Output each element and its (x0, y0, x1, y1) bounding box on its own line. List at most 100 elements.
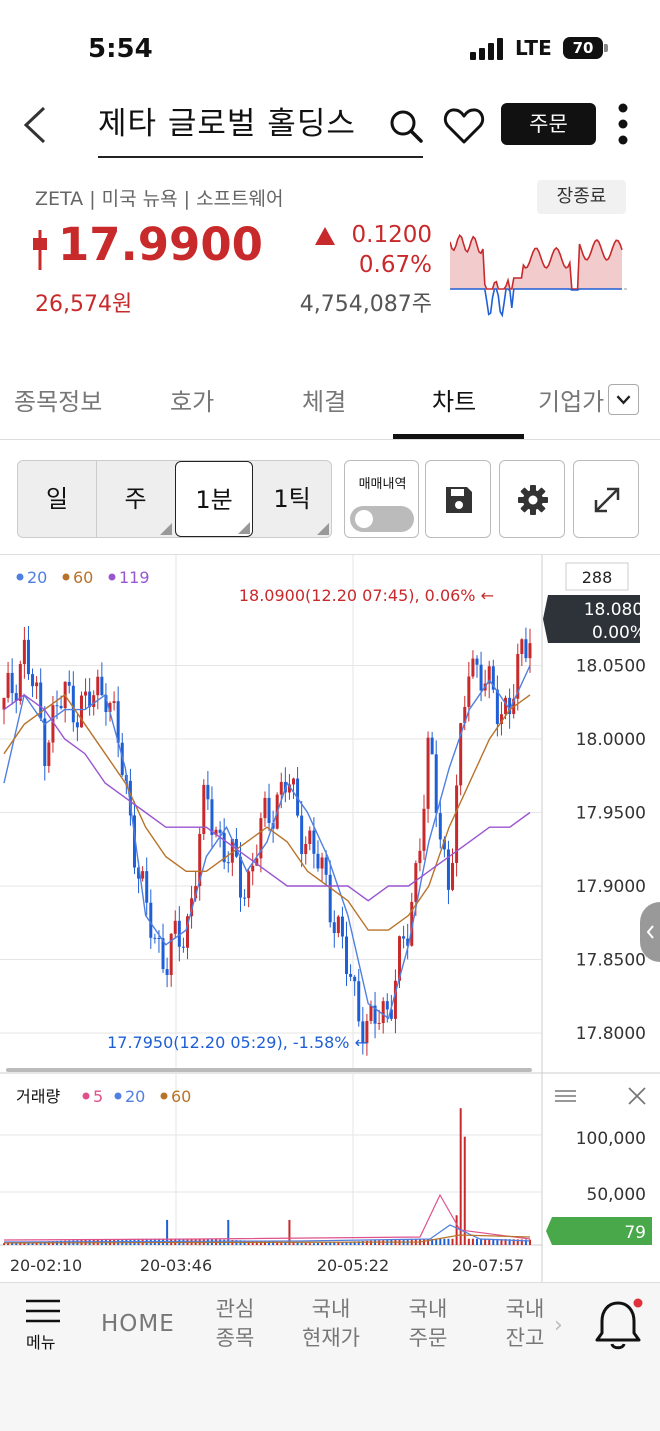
tab-order-book[interactable]: 호가 (170, 382, 214, 417)
nav-domestic-order[interactable]: 국내 주문 (404, 1295, 452, 1353)
trading-volume: 4,754,087주 (299, 292, 432, 317)
legend-vol20: 20 (125, 1087, 145, 1106)
save-button[interactable] (425, 460, 491, 538)
low-annotation: 17.7950(12.20 05:29), -1.58% ← (107, 1033, 368, 1052)
back-icon[interactable] (18, 104, 58, 146)
candle-body (251, 865, 255, 872)
tab-chart[interactable]: 차트 (432, 382, 476, 417)
volume-legend: 5 20 60 (82, 1087, 191, 1106)
period-day-label: 일 (45, 485, 69, 513)
candle-body (312, 830, 316, 854)
nav-line: 관심 (215, 1297, 255, 1321)
chevron-left-icon (646, 925, 654, 939)
chevron-right-icon[interactable]: › (554, 1313, 563, 1338)
current-price-tag: 18.0800 0.00% (543, 595, 654, 643)
legend-dot (108, 573, 116, 581)
period-week[interactable]: 주 (96, 461, 174, 537)
candle-body (100, 676, 104, 696)
chart-panel[interactable]: 20 60 119 288 18.0800 0.00% 18.0500 18.0… (0, 554, 660, 1283)
candle-body (438, 813, 442, 840)
candle-body (47, 742, 51, 766)
candle-body (153, 937, 157, 939)
bell-icon[interactable] (592, 1297, 644, 1353)
period-day[interactable]: 일 (18, 461, 96, 537)
candle-body (324, 857, 328, 875)
candle-body (308, 830, 312, 845)
side-drawer-handle[interactable] (640, 902, 660, 962)
current-pct-label: 0.00% (592, 623, 646, 643)
chart-scrollbar[interactable] (6, 1068, 532, 1072)
nav-domestic-balance[interactable]: 국내 잔고 (501, 1295, 549, 1353)
tab-company[interactable]: 기업가 (538, 382, 604, 417)
bottom-nav: 메뉴 HOME 관심 종목 국내 현재가 국내 주문 국내 잔고 › (0, 1282, 660, 1431)
price-chart[interactable]: 20 60 119 288 18.0800 0.00% 18.0500 18.0… (0, 555, 660, 1283)
volume-bar (471, 1238, 474, 1245)
volume-bar (296, 1242, 299, 1245)
corner-mark (317, 523, 329, 535)
candle-body (210, 799, 214, 836)
candle-body (414, 863, 418, 902)
period-1min-label: 1분 (195, 486, 233, 514)
candle-body (206, 784, 210, 800)
menu-label[interactable]: 메뉴 (26, 1329, 55, 1353)
candle-body (79, 695, 83, 728)
candle-body (92, 695, 96, 708)
legend-dot (114, 1092, 122, 1100)
menu-icon[interactable] (26, 1299, 60, 1323)
tab-stock-info[interactable]: 종목정보 (14, 382, 102, 417)
more-icon[interactable] (613, 102, 633, 146)
market-status-badge: 장종료 (537, 180, 626, 214)
volume-bar (459, 1108, 462, 1245)
heart-icon[interactable] (443, 107, 485, 145)
nav-watchlist[interactable]: 관심 종목 (211, 1295, 259, 1353)
candle-body (479, 664, 483, 691)
volume-menu-icon[interactable] (555, 1090, 576, 1102)
candle-body (165, 969, 169, 976)
candle-body (430, 737, 434, 755)
nav-domestic-price[interactable]: 국내 현재가 (297, 1295, 365, 1353)
volume-tick: 50,000 (587, 1185, 646, 1205)
time-tick: 20-02:10 (10, 1256, 82, 1275)
candle-body (377, 1022, 381, 1024)
chevron-down-icon[interactable] (608, 384, 639, 415)
candle-body (495, 689, 499, 724)
intraday-sparkline[interactable] (450, 228, 630, 328)
order-button[interactable]: 주문 (501, 103, 596, 145)
fullscreen-button[interactable] (573, 460, 639, 538)
period-1tick[interactable]: 1틱 (253, 461, 331, 537)
candle-body (451, 863, 455, 890)
candle-body (369, 1005, 373, 1021)
candle-body (381, 1001, 385, 1023)
price-tick: 17.8000 (576, 1024, 646, 1044)
period-1min[interactable]: 1분 (175, 461, 253, 537)
volume-bar (455, 1215, 458, 1245)
volume-bar (312, 1243, 315, 1245)
legend-dot (160, 1092, 168, 1100)
candle-body (524, 639, 528, 659)
candle-body (112, 701, 116, 704)
candle-body (340, 916, 344, 937)
settings-button[interactable] (499, 460, 565, 538)
volume-title: 거래량 (16, 1087, 60, 1106)
nav-home[interactable]: HOME (101, 1311, 175, 1337)
stock-name-field[interactable]: 제타 글로벌 홀딩스 (98, 100, 423, 158)
candle-body (31, 674, 35, 687)
active-tab-indicator (393, 434, 524, 439)
time-tick: 20-07:57 (452, 1256, 524, 1275)
candle-body (26, 639, 30, 675)
candle-body (349, 973, 353, 977)
tab-trades[interactable]: 체결 (302, 382, 346, 417)
volume-bars (3, 1108, 531, 1245)
price-change-pct: 0.67% (358, 252, 432, 278)
volume-bar (475, 1238, 478, 1245)
candle-body (279, 781, 283, 795)
volume-bar (304, 1242, 307, 1245)
candle-body (18, 664, 22, 702)
toggle-switch[interactable] (350, 506, 414, 532)
trade-history-toggle[interactable]: 매매내역 (344, 460, 419, 538)
candle-body (75, 722, 79, 728)
candle-body (520, 639, 524, 654)
close-icon[interactable] (628, 1087, 646, 1105)
search-icon[interactable] (388, 108, 424, 144)
current-price-label: 18.0800 (584, 600, 654, 620)
